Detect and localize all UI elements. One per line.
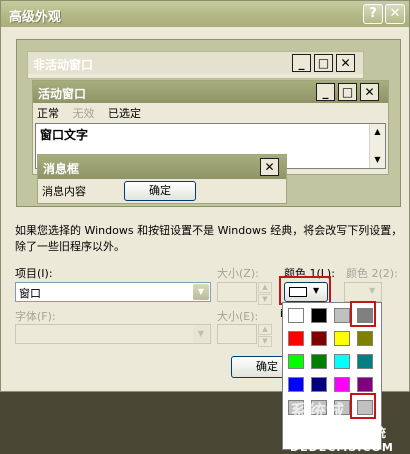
close-icon[interactable]: ✕ <box>385 4 405 24</box>
watermark-line3: DEDECMS.COM <box>290 441 394 454</box>
minimize-icon[interactable]: _ <box>292 54 311 72</box>
item-select[interactable]: 窗口 ▼ <box>15 282 211 302</box>
color-swatch[interactable] <box>288 331 304 346</box>
color2-label: 颜色 2(2): <box>346 267 398 280</box>
appearance-preview[interactable]: 非活动窗口 _ □ ✕ 活动窗口 _ □ ✕ 正常 无效 已选定 窗口文字 ▲ … <box>16 39 401 207</box>
description-text: 如果您选择的 Windows 和按钮设置不是 Windows 经典，将会改写下列… <box>15 224 403 253</box>
active-window-titlebar[interactable]: 活动窗口 _ □ ✕ <box>33 81 388 103</box>
message-ok-button[interactable]: 确定 <box>124 181 196 201</box>
message-box-title: 消息框 <box>43 162 80 176</box>
font-size-input[interactable] <box>217 324 257 344</box>
close-icon[interactable]: ✕ <box>360 83 379 101</box>
color-swatch[interactable] <box>334 308 350 323</box>
message-box-preview[interactable]: 消息框 ✕ 消息内容 确定 <box>37 154 287 204</box>
dialog-titlebar: 高级外观 ? ✕ <box>1 1 409 27</box>
maximize-icon[interactable]: □ <box>338 83 357 101</box>
minimize-icon[interactable]: _ <box>316 83 335 101</box>
item-size-label: 大小(Z): <box>217 267 259 280</box>
message-box-titlebar[interactable]: 消息框 ✕ <box>38 155 286 179</box>
font-size-spinner[interactable]: ▲ ▼ <box>258 324 272 347</box>
color-swatch[interactable] <box>334 331 350 346</box>
color-swatch[interactable] <box>311 331 327 346</box>
chevron-down-icon: ▼ <box>369 286 376 295</box>
color-swatch[interactable] <box>334 354 350 369</box>
item-size-spinner[interactable]: ▲ ▼ <box>258 282 272 305</box>
color2-button[interactable]: ▼ <box>344 282 382 302</box>
color-swatch[interactable] <box>357 331 373 346</box>
color-swatch[interactable] <box>334 377 350 392</box>
color-swatch[interactable] <box>311 377 327 392</box>
close-icon[interactable]: ✕ <box>260 158 279 176</box>
maximize-icon[interactable]: □ <box>314 54 333 72</box>
item-select-value: 窗口 <box>19 287 41 300</box>
item-size-input[interactable] <box>217 282 257 302</box>
menu-disabled[interactable]: 无效 <box>73 107 95 120</box>
message-content: 消息内容 <box>42 185 86 198</box>
inactive-window-title: 非活动窗口 <box>33 58 94 72</box>
watermark: 系统城 织梦内容管理系统 DEDECMS.COM <box>290 398 394 454</box>
chevron-down-icon[interactable]: ▼ <box>193 326 209 342</box>
menu-normal[interactable]: 正常 <box>37 107 59 120</box>
color-swatch[interactable] <box>288 354 304 369</box>
dialog-title: 高级外观 <box>9 10 62 25</box>
inactive-window-preview[interactable]: 非活动窗口 _ □ ✕ <box>27 51 364 79</box>
window-text: 窗口文字 <box>40 128 89 142</box>
color-swatch[interactable] <box>357 354 373 369</box>
chevron-down-icon[interactable]: ▼ <box>193 284 209 300</box>
font-select[interactable]: ▼ <box>15 324 211 344</box>
font-label: 字体(F): <box>15 310 56 323</box>
watermark-line2: 织梦内容管理系统 <box>290 426 387 440</box>
color-swatch[interactable] <box>311 308 327 323</box>
menu-selected[interactable]: 已选定 <box>108 107 141 120</box>
preview-scrollbar[interactable]: ▲ ▼ <box>369 124 385 168</box>
color-swatch[interactable] <box>288 377 304 392</box>
active-window-title: 活动窗口 <box>38 87 87 101</box>
color-swatch[interactable] <box>288 308 304 323</box>
scroll-up-icon[interactable]: ▲ <box>370 125 385 139</box>
inactive-window-titlebar[interactable]: 非活动窗口 _ □ ✕ <box>28 52 363 74</box>
font-size-label: 大小(E): <box>217 310 259 323</box>
scroll-down-icon[interactable]: ▼ <box>370 153 385 167</box>
highlight-box <box>279 276 331 305</box>
watermark-line1: 系统城 <box>290 402 344 423</box>
highlight-box <box>350 301 376 327</box>
item-label: 项目(I): <box>15 267 53 280</box>
close-icon[interactable]: ✕ <box>336 54 355 72</box>
color-swatch[interactable] <box>311 354 327 369</box>
color-swatch[interactable] <box>357 377 373 392</box>
help-icon[interactable]: ? <box>363 4 383 24</box>
preview-menu-bar[interactable]: 正常 无效 已选定 <box>37 105 151 121</box>
